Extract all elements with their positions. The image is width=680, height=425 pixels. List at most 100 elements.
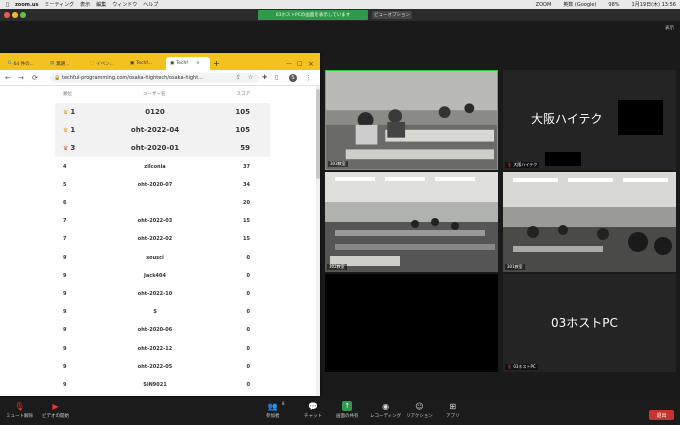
leave-button[interactable]: 退出: [649, 410, 674, 420]
url-field[interactable]: 🔒 techful-programming.com/osaka-hightech…: [50, 73, 260, 83]
menu-meeting[interactable]: ミーティング: [44, 1, 74, 8]
username-cell[interactable]: oht-2022-04: [95, 121, 215, 139]
apps-icon: ⊞: [449, 401, 457, 411]
start-video-button[interactable]: ▶ ビデオの開始: [42, 401, 69, 420]
apps-button[interactable]: ⊞ アプリ: [446, 401, 460, 420]
video-tile-host[interactable]: 03ホストPC 🎙 03ホストPC: [503, 274, 676, 372]
meeting-toolbar: 🎙 ミュート解除 ▶ ビデオの開始 👥 参加者 8 💬 チャット ↑ 画面の共有 ◉ レコー…: [0, 398, 680, 425]
username-cell[interactable]: oht-2022-10: [95, 285, 215, 303]
profile-avatar[interactable]: S: [289, 74, 297, 82]
menu-view[interactable]: 表示: [80, 1, 90, 8]
table-row: 5 oht-2020-07 34: [55, 176, 270, 194]
record-icon: ◉: [382, 401, 390, 411]
video-tile-302[interactable]: 302教室: [325, 172, 498, 272]
maximize-window-icon[interactable]: [20, 12, 26, 18]
score-cell: 37: [243, 163, 250, 170]
table-row: 9 sousci 0: [55, 249, 270, 267]
username-cell[interactable]: oht-2022-05: [95, 358, 215, 376]
ranking-header: 順位 ユーザー名 スコア: [55, 89, 270, 103]
score-cell: 105: [235, 126, 250, 135]
record-button[interactable]: ◉ レコーディング: [370, 401, 401, 420]
username-cell[interactable]: oht-2020-06: [95, 321, 215, 339]
video-tile-osaka[interactable]: 大阪ハイテク 🎙 大阪ハイテク: [503, 70, 676, 170]
close-window-icon[interactable]: [4, 12, 10, 18]
username-cell[interactable]: [95, 194, 215, 212]
menu-app[interactable]: zoom.us: [15, 2, 38, 8]
menu-window[interactable]: ウィンドウ: [112, 1, 137, 8]
username-cell[interactable]: zilconia: [95, 158, 215, 176]
view-options-button[interactable]: ビューオプション: [372, 11, 412, 19]
username-cell[interactable]: S: [95, 303, 215, 321]
menu-edit[interactable]: 編集: [96, 1, 106, 8]
table-row: 9 oht-2020-06 0: [55, 321, 270, 339]
browser-tab[interactable]: ▤ 無題...: [46, 57, 86, 70]
forward-icon[interactable]: →: [18, 73, 24, 83]
apple-icon[interactable]: : [6, 2, 9, 8]
score-cell: 105: [235, 108, 250, 116]
share-icon[interactable]: ⇪: [236, 73, 241, 83]
menu-icon[interactable]: ⋮: [305, 73, 312, 83]
browser-tab[interactable]: ▢ イベン...: [86, 57, 126, 70]
minimize-window-icon[interactable]: [12, 12, 18, 18]
username-cell[interactable]: 0120: [95, 103, 215, 121]
reload-icon[interactable]: ⟳: [32, 73, 38, 83]
username-cell[interactable]: oht-2022-03: [95, 212, 215, 230]
video-tile-blank[interactable]: [325, 274, 498, 372]
rank-cell: 9: [63, 345, 67, 352]
close-tab-icon[interactable]: ×: [196, 61, 200, 66]
share-screen-button[interactable]: ↑ 画面の共有: [336, 401, 359, 419]
table-row: 7 oht-2022-02 15: [55, 230, 270, 248]
username-cell[interactable]: sousci: [95, 249, 215, 267]
header-score: スコア: [236, 92, 251, 97]
table-row: 9 oht-2022-05 0: [55, 358, 270, 376]
chat-icon: 💬: [308, 401, 318, 411]
browser-tab[interactable]: G 64 件の...: [4, 57, 44, 70]
video-tile-303[interactable]: 303教室: [325, 70, 498, 170]
bookmark-icon[interactable]: ☆: [248, 73, 253, 83]
rank-cell: 7: [63, 218, 67, 225]
table-row: 9 S 0: [55, 303, 270, 321]
table-row: 4 zilconia 37: [55, 158, 270, 176]
username-cell[interactable]: oht-2020-01: [95, 139, 215, 157]
header-rank: 順位: [63, 92, 72, 97]
rank-cell: 9: [63, 327, 67, 334]
username-cell[interactable]: oht-2022-02: [95, 230, 215, 248]
back-icon[interactable]: ←: [5, 73, 11, 83]
score-cell: 0: [246, 254, 250, 261]
reactions-button[interactable]: ☺ リアクション: [406, 401, 433, 420]
username-cell[interactable]: oht-2022-12: [95, 340, 215, 358]
extensions-icon[interactable]: ✚: [262, 73, 267, 83]
rank-cell: 5: [63, 181, 67, 188]
rank-cell: 9: [63, 309, 67, 316]
video-tile-301[interactable]: 301教室: [503, 172, 676, 272]
rank-cell: 1: [70, 126, 76, 135]
battery[interactable]: 98%: [608, 2, 619, 8]
new-tab-icon[interactable]: +: [209, 57, 223, 70]
rank-cell: 9: [63, 382, 67, 388]
zoom-status[interactable]: ZOOM: [536, 2, 552, 8]
sidebar-icon[interactable]: ▯: [275, 73, 278, 83]
username-cell[interactable]: SiN9021: [95, 376, 215, 394]
classroom-video: [503, 172, 676, 272]
view-button[interactable]: 表示: [665, 25, 674, 31]
chat-button[interactable]: 💬 チャット: [304, 401, 322, 420]
close-icon[interactable]: ×: [304, 57, 318, 70]
muted-mic-icon: 🎙: [14, 401, 25, 411]
participants-button[interactable]: 👥 参加者: [266, 401, 280, 420]
username-cell[interactable]: oht-2020-07: [95, 176, 215, 194]
crown-icon: ♛: [63, 108, 69, 116]
username-cell[interactable]: Jack404: [95, 267, 215, 285]
unmute-button[interactable]: 🎙 ミュート解除: [6, 401, 33, 420]
scrollbar-thumb[interactable]: [316, 89, 320, 179]
participant-name: 302教室: [327, 264, 347, 270]
browser-tab-active[interactable]: ▣ Techf ×: [166, 57, 210, 70]
table-row: 9 oht-2022-10 0: [55, 285, 270, 303]
browser-tab[interactable]: ▣ Techf...: [126, 57, 166, 70]
table-row: 9 oht-2022-12 0: [55, 340, 270, 358]
clock[interactable]: 1月19日(木) 13:56: [632, 1, 676, 8]
table-row: 6 20: [55, 194, 270, 212]
score-cell: 0: [246, 327, 250, 334]
menu-help[interactable]: ヘルプ: [143, 1, 158, 8]
participant-count: 8: [282, 401, 285, 406]
input-method[interactable]: 英数 (Google): [563, 1, 596, 8]
